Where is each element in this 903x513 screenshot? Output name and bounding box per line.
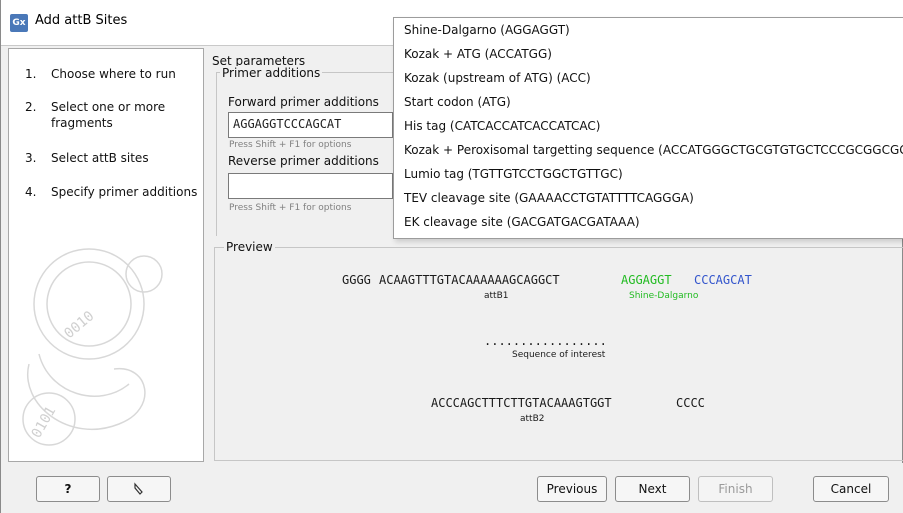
- reverse-primer-input[interactable]: [228, 173, 393, 199]
- dialog-window: Gx Add attB Sites 1. Choose where to run…: [0, 0, 903, 513]
- attb2-label: attB2: [520, 414, 545, 424]
- step-number: 4.: [25, 185, 37, 199]
- dropdown-option-his-tag[interactable]: His tag (CATCACCATCACCATCAC): [394, 114, 903, 138]
- reverse-primer-label: Reverse primer additions: [228, 154, 379, 168]
- button-bar: ? Previous Next Finish Cancel: [1, 463, 903, 513]
- step-label: Select attB sites: [51, 151, 149, 165]
- forward-primer-hint: Press Shift + F1 for options: [229, 140, 352, 150]
- primer-additions-title: Primer additions: [220, 66, 323, 80]
- dropdown-option-kozak-atg[interactable]: Kozak + ATG (ACCATGG): [394, 42, 903, 66]
- svg-text:0010: 0010: [61, 308, 97, 342]
- sequence-of-interest-label: Sequence of interest: [512, 350, 606, 360]
- dropdown-option-tev-cleavage[interactable]: TEV cleavage site (GAAAACCTGTATTTTCAGGGA…: [394, 186, 903, 210]
- step-number: 2.: [25, 100, 37, 114]
- window-title: Add attB Sites: [35, 13, 128, 28]
- dropdown-option-lumio-tag[interactable]: Lumio tag (TGTTGTCCTGGCTGTTGC): [394, 162, 903, 186]
- cancel-button[interactable]: Cancel: [813, 476, 889, 502]
- primer-additions-dropdown: Shine-Dalgarno (AGGAGGT) Kozak + ATG (AC…: [393, 17, 903, 239]
- help-button[interactable]: ?: [36, 476, 100, 502]
- svg-text:0101: 0101: [29, 404, 60, 441]
- seq-attb1: ACAAGTTTGTACAAAAAAGCAGGCT: [379, 273, 560, 287]
- restore-defaults-button[interactable]: [107, 476, 171, 502]
- restore-icon: [134, 482, 143, 495]
- step-label: Select one or more fragments: [51, 100, 166, 130]
- shine-dalgarno-label: Shine-Dalgarno: [629, 291, 699, 301]
- seq-prefix-gggg: GGGG: [342, 273, 371, 287]
- step-number: 3.: [25, 151, 37, 165]
- seq-interest-dots: .................: [484, 334, 607, 348]
- reverse-primer-hint: Press Shift + F1 for options: [229, 203, 352, 213]
- attb1-label: attB1: [484, 291, 509, 301]
- finish-button[interactable]: Finish: [698, 476, 773, 502]
- seq-suffix-cccc: CCCC: [676, 396, 705, 410]
- dropdown-option-ek-cleavage[interactable]: EK cleavage site (GACGATGACGATAAA): [394, 210, 903, 234]
- dropdown-option-start-codon[interactable]: Start codon (ATG): [394, 90, 903, 114]
- seq-extra-additions: CCCAGCAT: [694, 273, 752, 287]
- step-number: 1.: [25, 67, 37, 81]
- previous-button[interactable]: Previous: [537, 476, 607, 502]
- next-button[interactable]: Next: [615, 476, 690, 502]
- forward-primer-label: Forward primer additions: [228, 95, 379, 109]
- dropdown-option-shine-dalgarno[interactable]: Shine-Dalgarno (AGGAGGT): [394, 18, 903, 42]
- forward-primer-input[interactable]: AGGAGGTCCCAGCAT: [228, 112, 393, 138]
- decorative-swirl-logo: 0010 0101: [22, 248, 163, 446]
- dropdown-option-kozak-peroxisomal[interactable]: Kozak + Peroxisomal targetting sequence …: [394, 138, 903, 162]
- step-label: Choose where to run: [51, 67, 176, 81]
- seq-shine-dalgarno: AGGAGGT: [621, 273, 672, 287]
- wizard-steps-panel: 1. Choose where to run 2. Select one or …: [8, 48, 204, 462]
- step-label: Specify primer additions: [51, 185, 198, 199]
- dropdown-option-kozak-upstream[interactable]: Kozak (upstream of ATG) (ACC): [394, 66, 903, 90]
- seq-attb2: ACCCAGCTTTCTTGTACAAAGTGGT: [431, 396, 612, 410]
- preview-title: Preview: [224, 240, 275, 254]
- app-icon: Gx: [10, 14, 28, 32]
